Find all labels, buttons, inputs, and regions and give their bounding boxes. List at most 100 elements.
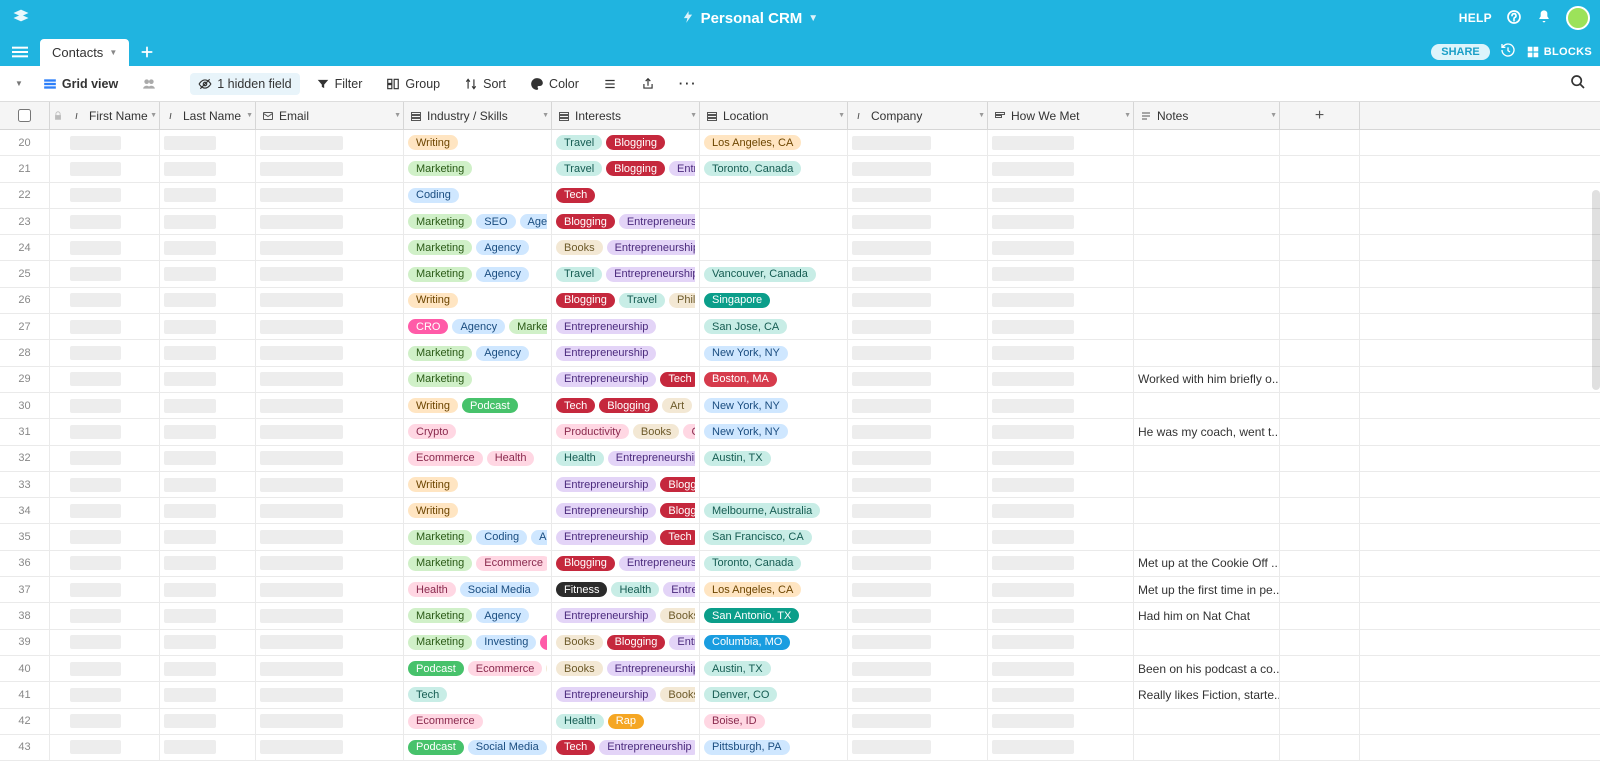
table-row[interactable]: 31CryptoProductivityBooksCryNew York, NY… — [0, 419, 1600, 445]
blurred-cell[interactable] — [66, 340, 160, 365]
interests-cell[interactable]: HealthEntrepreneurship — [552, 446, 700, 471]
blurred-cell[interactable] — [256, 156, 404, 181]
share-view-button[interactable] — [633, 73, 663, 95]
blurred-cell[interactable] — [256, 524, 404, 549]
location-cell[interactable]: Boston, MA — [700, 367, 848, 392]
blurred-cell[interactable] — [848, 498, 988, 523]
location-cell[interactable] — [700, 183, 848, 208]
interests-cell[interactable]: TravelBloggingEntrepreneurship — [552, 156, 700, 181]
row-number[interactable]: 22 — [0, 183, 50, 208]
table-row[interactable]: 27CROAgencyMarketingEntrepreneurshipSan … — [0, 314, 1600, 340]
header-select-all[interactable] — [0, 102, 50, 129]
tab-contacts[interactable]: Contacts ▼ — [40, 39, 129, 66]
blurred-cell[interactable] — [256, 314, 404, 339]
scrollbar-thumb[interactable] — [1592, 190, 1600, 390]
industry-cell[interactable]: Coding — [404, 183, 552, 208]
industry-cell[interactable]: Writing — [404, 288, 552, 313]
interests-cell[interactable]: EntrepreneurshipBooks — [552, 603, 700, 628]
table-row[interactable]: 34WritingEntrepreneurshipBloggingMelbour… — [0, 498, 1600, 524]
share-button[interactable]: SHARE — [1431, 44, 1490, 60]
search-button[interactable] — [1566, 70, 1590, 97]
blurred-cell[interactable] — [256, 735, 404, 760]
blurred-cell[interactable] — [988, 130, 1134, 155]
sort-button[interactable]: Sort — [456, 73, 514, 95]
column-header-firstname[interactable]: First Name▼ — [66, 102, 160, 129]
interests-cell[interactable]: ProductivityBooksCry — [552, 419, 700, 444]
column-header-howmet[interactable]: How We Met▼ — [988, 102, 1134, 129]
row-number[interactable]: 41 — [0, 682, 50, 707]
location-cell[interactable]: Toronto, Canada — [700, 551, 848, 576]
industry-cell[interactable]: MarketingAgency — [404, 235, 552, 260]
table-row[interactable]: 39MarketingInvestingVBooksBloggingEntrep… — [0, 630, 1600, 656]
chevron-down-icon[interactable]: ▼ — [11, 79, 27, 88]
industry-cell[interactable]: MarketingAgency — [404, 261, 552, 286]
base-title[interactable]: Personal CRM — [701, 10, 803, 27]
blurred-cell[interactable] — [988, 393, 1134, 418]
table-row[interactable]: 26WritingBloggingTravelPhilosSingapore — [0, 288, 1600, 314]
row-number[interactable]: 21 — [0, 156, 50, 181]
blurred-cell[interactable] — [256, 603, 404, 628]
blurred-cell[interactable] — [160, 419, 256, 444]
row-number[interactable]: 24 — [0, 235, 50, 260]
interests-cell[interactable]: BooksEntrepreneurship — [552, 656, 700, 681]
blurred-cell[interactable] — [256, 472, 404, 497]
row-number[interactable]: 27 — [0, 314, 50, 339]
blurred-cell[interactable] — [256, 630, 404, 655]
blurred-cell[interactable] — [988, 735, 1134, 760]
table-row[interactable]: 35MarketingCodingAgencyEntrepreneurshipT… — [0, 524, 1600, 550]
blurred-cell[interactable] — [160, 735, 256, 760]
notes-cell[interactable] — [1134, 630, 1280, 655]
blurred-cell[interactable] — [988, 367, 1134, 392]
industry-cell[interactable]: PodcastSocial Media — [404, 735, 552, 760]
blurred-cell[interactable] — [160, 209, 256, 234]
blurred-cell[interactable] — [988, 630, 1134, 655]
location-cell[interactable]: Denver, CO — [700, 682, 848, 707]
blurred-cell[interactable] — [256, 288, 404, 313]
row-height-button[interactable] — [595, 73, 625, 95]
blurred-cell[interactable] — [256, 393, 404, 418]
blurred-cell[interactable] — [988, 656, 1134, 681]
blurred-cell[interactable] — [66, 498, 160, 523]
location-cell[interactable] — [700, 209, 848, 234]
blurred-cell[interactable] — [848, 524, 988, 549]
blurred-cell[interactable] — [66, 235, 160, 260]
notes-cell[interactable] — [1134, 156, 1280, 181]
blurred-cell[interactable] — [66, 209, 160, 234]
blurred-cell[interactable] — [256, 419, 404, 444]
row-number[interactable]: 31 — [0, 419, 50, 444]
table-row[interactable]: 33WritingEntrepreneurshipBlogging — [0, 472, 1600, 498]
notes-cell[interactable] — [1134, 288, 1280, 313]
blurred-cell[interactable] — [848, 709, 988, 734]
industry-cell[interactable]: MarketingCodingAgency — [404, 524, 552, 549]
industry-cell[interactable]: Crypto — [404, 419, 552, 444]
location-cell[interactable]: New York, NY — [700, 393, 848, 418]
notes-cell[interactable] — [1134, 472, 1280, 497]
column-header-email[interactable]: Email▼ — [256, 102, 404, 129]
interests-cell[interactable]: TravelBlogging — [552, 130, 700, 155]
industry-cell[interactable]: Writing — [404, 472, 552, 497]
blurred-cell[interactable] — [848, 288, 988, 313]
blurred-cell[interactable] — [66, 630, 160, 655]
industry-cell[interactable]: CROAgencyMarketing — [404, 314, 552, 339]
notes-cell[interactable]: Met up the first time in pe... — [1134, 577, 1280, 602]
blurred-cell[interactable] — [66, 288, 160, 313]
interests-cell[interactable]: HealthRap — [552, 709, 700, 734]
row-number[interactable]: 30 — [0, 393, 50, 418]
notes-cell[interactable]: Had him on Nat Chat — [1134, 603, 1280, 628]
blurred-cell[interactable] — [160, 709, 256, 734]
blurred-cell[interactable] — [988, 709, 1134, 734]
notes-cell[interactable] — [1134, 235, 1280, 260]
blurred-cell[interactable] — [848, 209, 988, 234]
location-cell[interactable]: Austin, TX — [700, 656, 848, 681]
notes-cell[interactable] — [1134, 735, 1280, 760]
notes-cell[interactable] — [1134, 498, 1280, 523]
interests-cell[interactable]: TravelEntrepreneurship — [552, 261, 700, 286]
industry-cell[interactable]: MarketingAgency — [404, 603, 552, 628]
blurred-cell[interactable] — [988, 577, 1134, 602]
table-row[interactable]: 43PodcastSocial MediaTechEntrepreneurshi… — [0, 735, 1600, 761]
blurred-cell[interactable] — [66, 419, 160, 444]
blurred-cell[interactable] — [160, 630, 256, 655]
industry-cell[interactable]: Writing — [404, 130, 552, 155]
blurred-cell[interactable] — [848, 656, 988, 681]
view-switcher[interactable]: Grid view — [35, 73, 126, 95]
